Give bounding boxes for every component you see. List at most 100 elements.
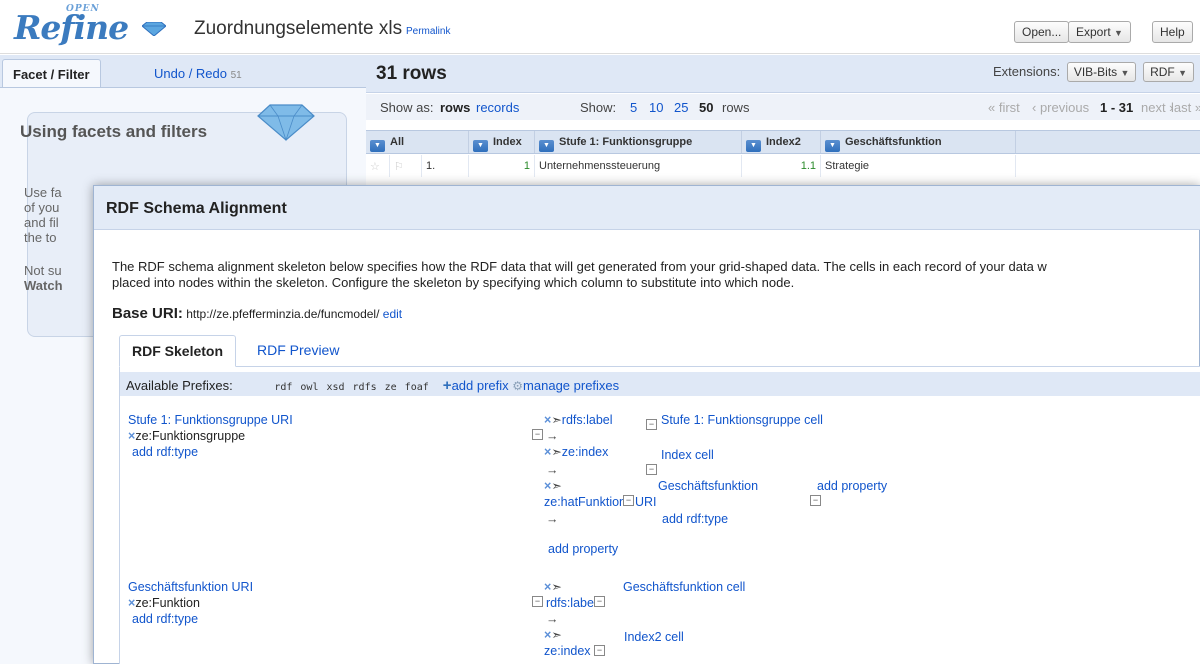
- page-size-25[interactable]: 25: [674, 100, 688, 115]
- property-name[interactable]: ze:index: [562, 445, 609, 459]
- prefix-item[interactable]: ze: [385, 382, 397, 393]
- subject-node-funktionsgruppe[interactable]: Stufe 1: Funktionsgruppe URI: [128, 412, 293, 428]
- show-as-rows[interactable]: rows: [440, 100, 470, 115]
- column-header-label: Index: [493, 136, 522, 148]
- chevron-down-icon[interactable]: ▼: [370, 140, 385, 152]
- add-rdf-type-link[interactable]: add rdf:type: [132, 444, 198, 460]
- export-button-label: Export: [1076, 25, 1111, 39]
- chevron-down-icon: ▼: [1120, 68, 1130, 78]
- collapse-icon[interactable]: −: [646, 464, 657, 475]
- prefix-item[interactable]: xsd: [326, 382, 344, 393]
- permalink-link[interactable]: Permalink: [406, 26, 450, 37]
- rdf-schema-dialog: RDF Schema Alignment The RDF schema alig…: [93, 185, 1200, 664]
- object-node-cell[interactable]: Geschäftsfunktion cell: [623, 579, 745, 595]
- property-name[interactable]: rdfs:label: [546, 595, 597, 611]
- tab-rdf-preview-label: RDF Preview: [257, 342, 340, 358]
- plus-icon: +: [442, 377, 452, 394]
- prefix-item[interactable]: foaf: [405, 382, 429, 393]
- arrow-icon: ➣: [551, 413, 562, 427]
- rdf-type-item: ×ze:Funktionsgruppe: [128, 428, 245, 444]
- cell-index[interactable]: 1: [469, 155, 535, 177]
- page-size-10[interactable]: 10: [649, 100, 663, 115]
- pagination-next[interactable]: next ›: [1141, 100, 1174, 115]
- rdf-type-item: ×ze:Funktion: [128, 595, 200, 611]
- column-header-all[interactable]: ▼ All: [366, 131, 469, 153]
- object-node-cell[interactable]: Index2 cell: [624, 629, 684, 645]
- object-node-cell[interactable]: Stufe 1: Funktionsgruppe cell: [661, 412, 823, 428]
- prefix-item[interactable]: rdf: [274, 382, 292, 393]
- show-as-records[interactable]: records: [476, 100, 519, 115]
- collapse-icon[interactable]: −: [532, 429, 543, 440]
- object-node-cell[interactable]: Index cell: [661, 447, 714, 463]
- cell-funktionsgruppe[interactable]: Unternehmenssteuerung: [535, 155, 742, 177]
- column-header-label: Geschäftsfunktion: [845, 136, 942, 148]
- flag-icon[interactable]: ⚐: [390, 155, 422, 177]
- export-button[interactable]: Export ▼: [1068, 21, 1131, 43]
- tab-rdf-skeleton[interactable]: RDF Skeleton: [119, 335, 237, 367]
- pagination-first[interactable]: « first: [988, 100, 1020, 115]
- help-text-line: and fil: [24, 215, 59, 230]
- property-name[interactable]: rdfs:label: [562, 413, 613, 427]
- collapse-icon[interactable]: −: [646, 419, 657, 430]
- add-property-link[interactable]: add property: [548, 541, 618, 557]
- tab-rdf-preview[interactable]: RDF Preview: [245, 335, 351, 367]
- chevron-down-icon[interactable]: ▼: [825, 140, 840, 152]
- chevron-down-icon[interactable]: ▼: [539, 140, 554, 152]
- add-property-link[interactable]: add property: [817, 478, 887, 494]
- collapse-icon[interactable]: −: [594, 645, 605, 656]
- add-prefix-link[interactable]: add prefix: [452, 378, 509, 393]
- add-rdf-type-link[interactable]: add rdf:type: [662, 511, 728, 527]
- collapse-icon[interactable]: −: [594, 596, 605, 607]
- star-icon[interactable]: ☆: [366, 155, 390, 177]
- help-not-sure: Not su: [24, 263, 62, 278]
- tab-facet-filter[interactable]: Facet / Filter: [2, 59, 101, 87]
- help-button[interactable]: Help: [1152, 21, 1193, 43]
- collapse-icon[interactable]: −: [810, 495, 821, 506]
- column-header-funktionsgruppe[interactable]: ▼ Stufe 1: Funktionsgruppe: [535, 131, 742, 153]
- cell-funktion[interactable]: Strategie: [821, 155, 1016, 177]
- property-name[interactable]: ze:hatFunktion: [544, 494, 626, 510]
- property-name[interactable]: ze:index: [544, 643, 591, 659]
- column-header-row: ▼ All ▼ Index ▼ Stufe 1: Funktionsgruppe ▼ I…: [366, 130, 1200, 154]
- object-node-uri[interactable]: Geschäftsfunktion: [658, 478, 758, 494]
- prefix-item[interactable]: owl: [300, 382, 318, 393]
- subject-node-geschaeftsfunktion[interactable]: Geschäftsfunktion URI: [128, 579, 253, 595]
- column-header-index[interactable]: ▼ Index: [469, 131, 535, 153]
- rdf-button[interactable]: RDF ▼: [1143, 62, 1194, 82]
- chevron-down-icon[interactable]: ▼: [473, 140, 488, 152]
- column-header-index2[interactable]: ▼ Index2: [742, 131, 821, 153]
- help-text-line: the to: [24, 230, 57, 245]
- prefix-bar: Available Prefixes: rdf owl xsd rdfs ze foaf …: [120, 372, 1200, 396]
- manage-prefixes-link[interactable]: manage prefixes: [523, 378, 619, 393]
- column-header-geschaeftsfunktion[interactable]: ▼ Geschäftsfunktion: [821, 131, 1016, 153]
- object-node-uri-suffix[interactable]: URI: [635, 494, 657, 510]
- refine-logo[interactable]: Refine OPEN: [14, 4, 129, 47]
- chevron-down-icon[interactable]: ▼: [746, 140, 761, 152]
- dialog-description-line: placed into nodes within the skeleton. C…: [112, 275, 795, 290]
- tab-undo-redo[interactable]: Undo / Redo 51: [144, 59, 252, 87]
- help-watch-link[interactable]: Watch: [24, 278, 63, 293]
- arrow-icon: →: [546, 512, 559, 526]
- open-button[interactable]: Open...: [1014, 21, 1070, 43]
- page-size-5[interactable]: 5: [630, 100, 637, 115]
- collapse-icon[interactable]: −: [532, 596, 543, 607]
- tab-facet-filter-label: Facet / Filter: [13, 67, 90, 82]
- collapse-icon[interactable]: −: [623, 495, 634, 506]
- cell-index2[interactable]: 1.1: [742, 155, 821, 177]
- property-rdfs-label: ×➣rdfs:label: [544, 412, 613, 428]
- project-title[interactable]: Zuordnungselemente xls: [194, 18, 402, 40]
- rdf-type-label: ze:Funktion: [135, 596, 200, 610]
- pagination-previous[interactable]: ‹ previous: [1032, 100, 1089, 115]
- column-header-label: All: [390, 136, 405, 148]
- property-rdfs-label: ×➣: [544, 579, 562, 595]
- dialog-title: RDF Schema Alignment: [106, 200, 287, 217]
- add-rdf-type-link[interactable]: add rdf:type: [132, 611, 198, 627]
- prefix-item[interactable]: rdfs: [353, 382, 377, 393]
- diamond-icon: [142, 22, 166, 36]
- gear-icon: ⚙: [512, 379, 524, 393]
- pagination-last[interactable]: last »: [1171, 100, 1200, 115]
- rows-suffix: rows: [722, 100, 750, 115]
- arrow-icon: ➣: [551, 445, 562, 459]
- vib-bits-button[interactable]: VIB-Bits ▼: [1066, 62, 1137, 82]
- base-uri-edit-link[interactable]: edit: [383, 307, 402, 321]
